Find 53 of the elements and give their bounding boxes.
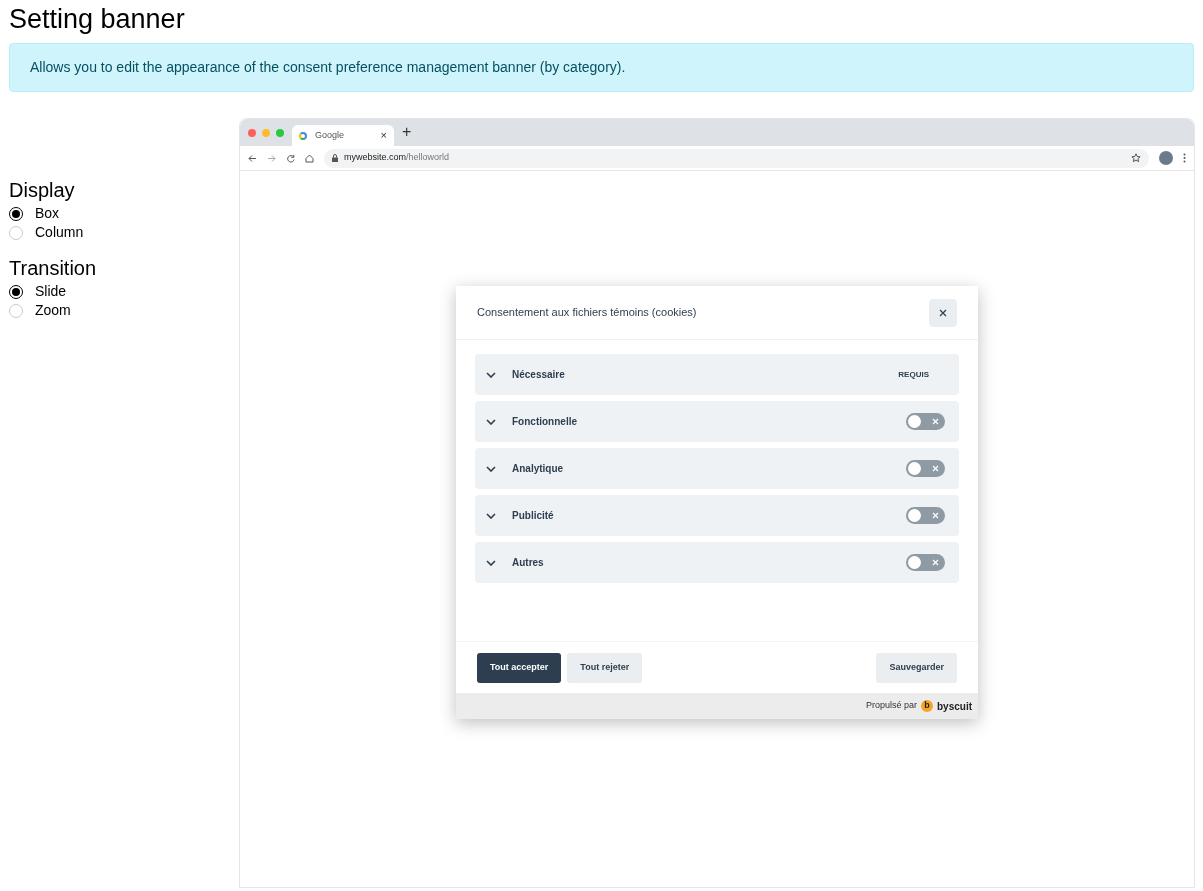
radio-option[interactable]: Zoom xyxy=(9,301,239,320)
banner-button[interactable]: Sauvegarder xyxy=(876,652,957,683)
address-bar[interactable]: mywebsite.com/helloworld xyxy=(324,148,1149,168)
x-icon xyxy=(932,559,939,566)
group-heading: Display xyxy=(9,178,76,202)
home-icon[interactable] xyxy=(305,153,314,163)
chevron-down-icon xyxy=(486,512,496,519)
chevron-down-icon xyxy=(486,418,496,425)
chevron-down-icon xyxy=(486,465,496,472)
category-row[interactable]: Autres xyxy=(475,542,959,583)
toggle-switch[interactable] xyxy=(906,507,945,524)
category-row[interactable]: Nécessaire REQUIS xyxy=(475,354,959,395)
toggle-switch[interactable] xyxy=(906,413,945,430)
tab-close-button[interactable]: × xyxy=(380,127,387,144)
toggle-switch[interactable] xyxy=(906,554,945,571)
category-row[interactable]: Fonctionnelle xyxy=(475,401,959,442)
chevron-down-icon xyxy=(486,559,496,566)
x-icon xyxy=(932,465,939,472)
powered-by-text: Propulsé par xyxy=(865,699,917,713)
radio-option[interactable]: Column xyxy=(9,223,239,242)
chevron-down-icon xyxy=(486,371,496,378)
close-button[interactable] xyxy=(929,298,957,327)
radio-option[interactable]: Box xyxy=(9,204,239,223)
page-title: Setting banner xyxy=(9,3,186,36)
url-host: mywebsite.com xyxy=(344,151,406,165)
radio-button[interactable] xyxy=(9,284,23,299)
logo-text: byscuit xyxy=(937,699,972,714)
google-logo-icon xyxy=(299,131,307,140)
x-icon xyxy=(932,418,939,425)
info-banner: Allows you to edit the appearance of the consent preference management banner (by category). xyxy=(9,43,1194,92)
back-arrow-icon[interactable] xyxy=(248,153,257,163)
star-icon[interactable] xyxy=(1131,153,1141,163)
radio-button[interactable] xyxy=(9,206,23,221)
group-heading: Transition xyxy=(9,256,98,280)
logo-mark: b xyxy=(921,700,933,712)
new-tab-button[interactable]: + xyxy=(402,120,412,144)
category-row[interactable]: Analytique xyxy=(475,448,959,489)
more-menu-icon[interactable] xyxy=(1183,153,1186,163)
forward-arrow-icon[interactable] xyxy=(267,153,276,163)
category-row[interactable]: Publicité xyxy=(475,495,959,536)
close-icon xyxy=(939,308,947,317)
required-label: REQUIS xyxy=(898,368,929,381)
reload-icon[interactable] xyxy=(286,153,295,163)
radio-option[interactable]: Slide xyxy=(9,282,239,301)
profile-avatar-icon[interactable] xyxy=(1159,151,1173,165)
toggle-switch[interactable] xyxy=(906,460,945,477)
url-path: /helloworld xyxy=(406,151,450,165)
browser-tab[interactable]: Google × xyxy=(292,125,394,146)
lock-icon xyxy=(332,154,338,162)
banner-button[interactable]: Tout rejeter xyxy=(567,652,643,683)
banner-button[interactable]: Tout accepter xyxy=(477,652,562,683)
banner-title: Consentement aux fichiers témoins (cookies) xyxy=(477,305,697,321)
x-icon xyxy=(932,512,939,519)
